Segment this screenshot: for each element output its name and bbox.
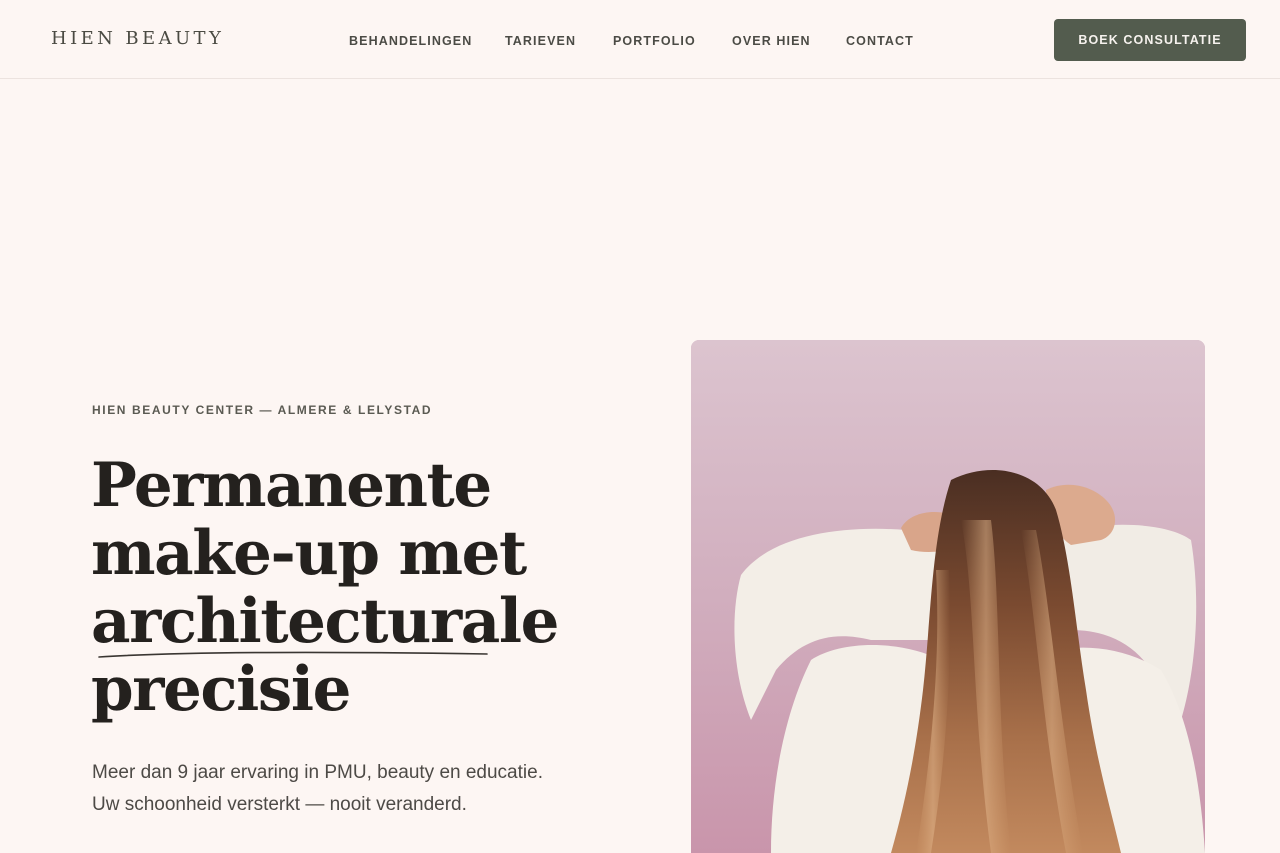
- nav-item-behandelingen[interactable]: BEHANDELINGEN: [349, 34, 472, 48]
- headline-line: Permanente: [91, 450, 492, 521]
- headline-line: precisie: [91, 654, 351, 725]
- nav-item-over-hien[interactable]: OVER HIEN: [732, 34, 811, 48]
- headline-line: architecturale: [91, 586, 559, 657]
- site-header: HIEN BEAUTY BEHANDELINGEN TARIEVEN PORTF…: [0, 0, 1280, 79]
- hero-eyebrow: HIEN BEAUTY CENTER — ALMERE & LELYSTAD: [92, 403, 433, 417]
- nav-item-contact[interactable]: CONTACT: [846, 34, 914, 48]
- hero-photo: [691, 340, 1205, 853]
- woman-hair-illustration: [691, 340, 1205, 853]
- site-logo[interactable]: HIEN BEAUTY: [51, 28, 224, 49]
- hero-lede: Meer dan 9 jaar ervaring in PMU, beauty …: [92, 757, 612, 821]
- headline-line: make-up met: [91, 518, 527, 589]
- lede-line: Meer dan 9 jaar ervaring in PMU, beauty …: [92, 762, 543, 783]
- book-consultation-button[interactable]: BOEK CONSULTATIE: [1054, 19, 1246, 61]
- headline-underlined-word: architecturale: [91, 586, 559, 658]
- lede-line: Uw schoonheid versterkt — nooit verander…: [92, 794, 467, 815]
- nav-item-tarieven[interactable]: TARIEVEN: [505, 34, 576, 48]
- nav-item-portfolio[interactable]: PORTFOLIO: [613, 34, 696, 48]
- hero-headline: Permanente make-up met architecturale pr…: [91, 452, 611, 724]
- hand-drawn-underline: [98, 651, 488, 658]
